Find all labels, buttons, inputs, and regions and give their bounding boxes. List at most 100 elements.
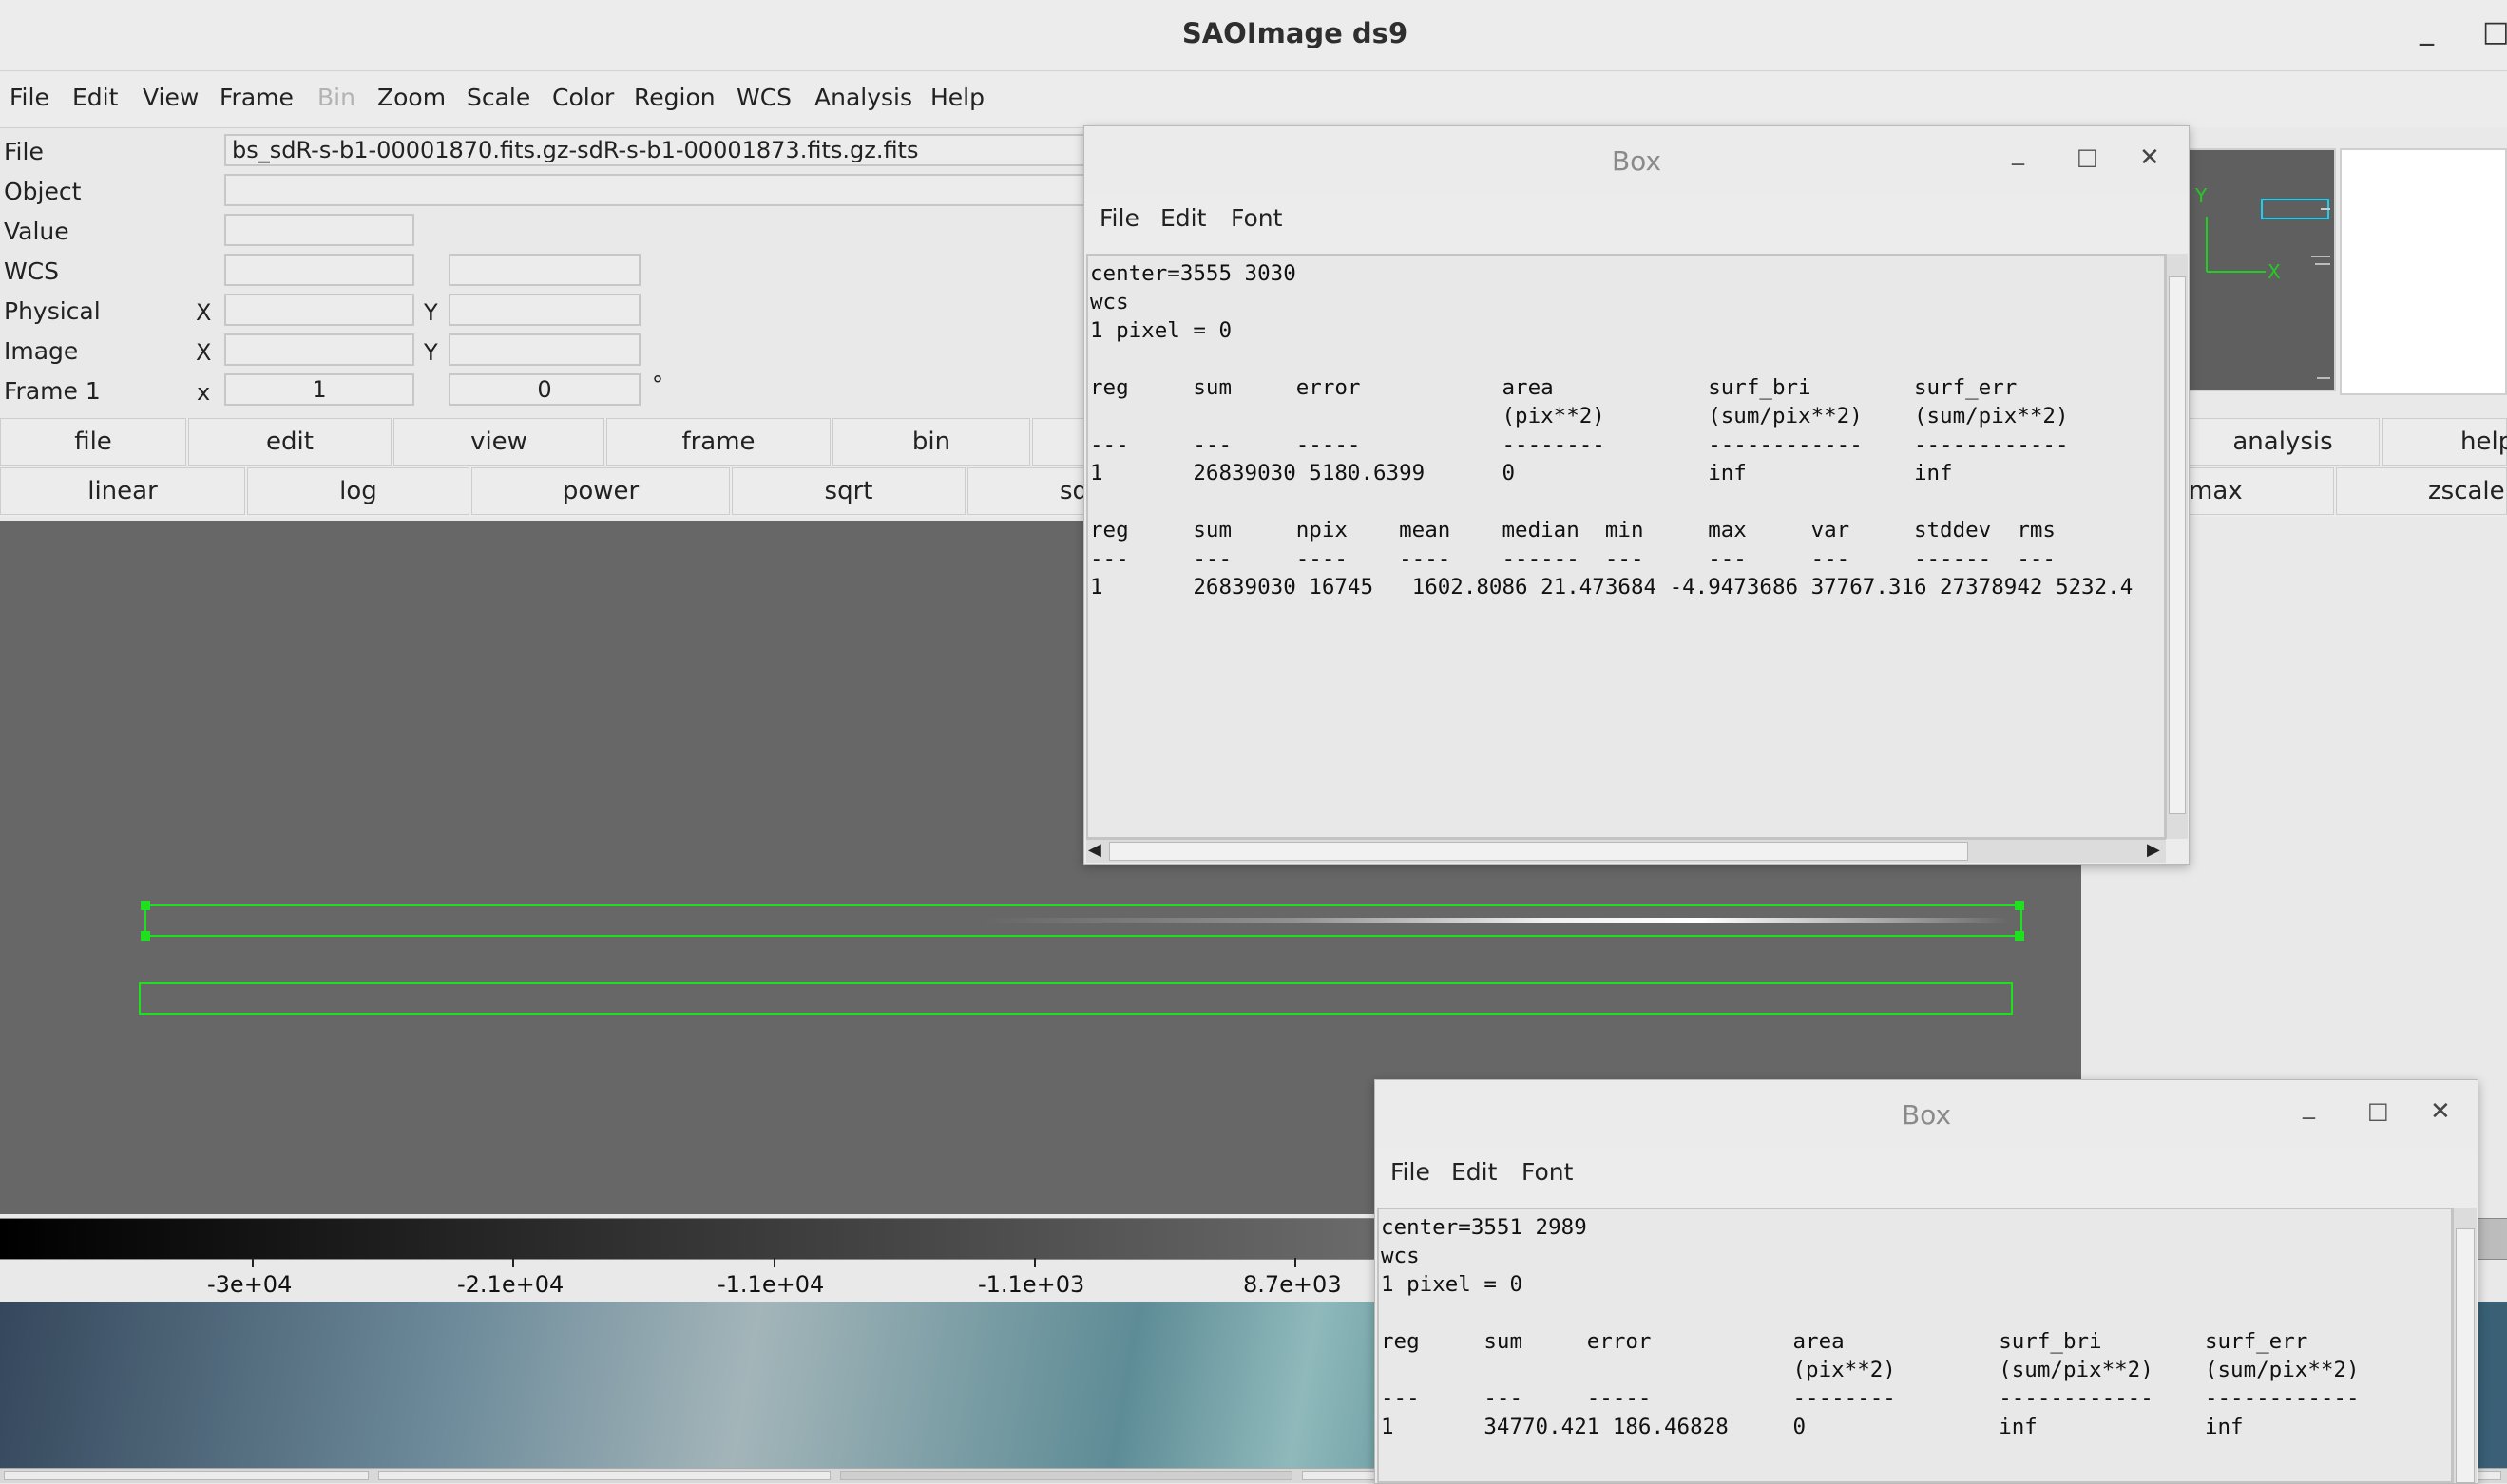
box-region-selected[interactable]: [144, 904, 2022, 937]
horizontal-scrollbar[interactable]: ◀ ▶: [1086, 839, 2166, 863]
close-icon[interactable]: ✕: [2430, 1097, 2451, 1126]
taskbar-item[interactable]: [840, 1471, 1292, 1480]
value-label: Value: [4, 218, 69, 245]
maximize-icon[interactable]: □: [2367, 1097, 2389, 1124]
physical-y-label: Y: [424, 299, 438, 326]
maximize-icon[interactable]: □: [2482, 15, 2507, 48]
image-x-label: X: [196, 339, 212, 366]
image-x-field: [224, 333, 414, 366]
button-zscale[interactable]: zscale: [2336, 467, 2507, 515]
region-handle[interactable]: [2015, 901, 2024, 910]
physical-x-label: X: [196, 299, 212, 326]
object-label: Object: [4, 178, 82, 205]
taskbar-item[interactable]: [378, 1471, 831, 1480]
menu-edit[interactable]: Edit: [72, 84, 118, 111]
wcs-x-field: [224, 254, 414, 286]
colorbar-tick: [1294, 1258, 1296, 1267]
window-title: SAOImage ds9: [1181, 17, 1408, 49]
button-edit[interactable]: edit: [188, 418, 392, 466]
scroll-right-icon[interactable]: ▶: [2147, 840, 2160, 860]
menu-view[interactable]: View: [143, 84, 199, 111]
scroll-thumb[interactable]: [2456, 1228, 2475, 1483]
colorbar-tick-label: -1.1e+04: [718, 1271, 825, 1298]
menu-wcs[interactable]: WCS: [737, 84, 792, 111]
vertical-scrollbar[interactable]: [2166, 254, 2188, 839]
image-label: Image: [4, 337, 79, 365]
dialog-menu-font[interactable]: Font: [1231, 204, 1282, 232]
physical-y-field: [449, 294, 641, 326]
dialog-menu-bar: File Edit Font: [1375, 1149, 2478, 1196]
menu-analysis[interactable]: Analysis: [814, 84, 912, 111]
dialog-menu-edit[interactable]: Edit: [1451, 1158, 1497, 1186]
minimize-icon[interactable]: _: [2420, 13, 2434, 47]
maximize-icon[interactable]: □: [2076, 143, 2098, 170]
panner[interactable]: Y X: [2186, 148, 2336, 391]
menu-color[interactable]: Color: [552, 84, 614, 111]
dialog-menu-file[interactable]: File: [1100, 204, 1139, 232]
button-power[interactable]: power: [471, 467, 730, 515]
vertical-scrollbar[interactable]: [2453, 1208, 2477, 1483]
frame-angle-field: 0: [449, 373, 641, 406]
box-dialog-1: Box _ □ ✕ File Edit Font center=3555 303…: [1083, 125, 2190, 865]
minimize-icon[interactable]: _: [2303, 1092, 2315, 1120]
dialog-menu-edit[interactable]: Edit: [1160, 204, 1206, 232]
colorbar-tick-label: -2.1e+04: [457, 1271, 565, 1298]
image-y-label: Y: [424, 339, 438, 366]
region-handle[interactable]: [2015, 931, 2024, 941]
spectrum-trace: [983, 918, 2009, 923]
colorbar-tick-label: -3e+04: [207, 1271, 293, 1298]
dialog-text-area[interactable]: center=3555 3030 wcs 1 pixel = 0 reg sum…: [1086, 254, 2166, 839]
scroll-left-icon[interactable]: ◀: [1088, 840, 1101, 860]
close-icon[interactable]: ✕: [2139, 143, 2160, 172]
button-log[interactable]: log: [247, 467, 469, 515]
results-text: center=3551 2989 wcs 1 pixel = 0 reg sum…: [1381, 1215, 2360, 1439]
file-field: bs_sdR-s-b1-00001870.fits.gz-sdR-s-b1-00…: [224, 134, 1175, 166]
scroll-thumb[interactable]: [1109, 842, 1968, 861]
menu-file[interactable]: File: [10, 84, 49, 111]
region-handle[interactable]: [141, 931, 150, 941]
menu-help[interactable]: Help: [930, 84, 985, 111]
button-sqrt[interactable]: sqrt: [732, 467, 966, 515]
button-bin[interactable]: bin: [832, 418, 1030, 466]
minimize-icon[interactable]: _: [2012, 138, 2024, 166]
region-handle[interactable]: [141, 901, 150, 910]
button-view[interactable]: view: [393, 418, 604, 466]
dialog-title-bar: Box _ □ ✕: [1375, 1080, 2478, 1149]
box-region[interactable]: [139, 982, 2013, 1015]
dialog-menu-bar: File Edit Font: [1084, 195, 2189, 242]
image-y-field: [449, 333, 641, 366]
button-help[interactable]: help: [2382, 418, 2507, 466]
physical-label: Physical: [4, 297, 101, 325]
menu-frame[interactable]: Frame: [220, 84, 294, 111]
window-title-bar: SAOImage ds9 _ □: [0, 0, 2507, 71]
dialog-menu-font[interactable]: Font: [1521, 1158, 1573, 1186]
frame-x-label: x: [197, 379, 211, 406]
dialog-menu-file[interactable]: File: [1390, 1158, 1430, 1186]
button-file[interactable]: file: [0, 418, 186, 466]
dialog-text-area[interactable]: center=3551 2989 wcs 1 pixel = 0 reg sum…: [1377, 1208, 2453, 1483]
colorbar-tick: [512, 1258, 514, 1267]
frame-zoom-field: 1: [224, 373, 414, 406]
wcs-y-field: [449, 254, 641, 286]
physical-x-field: [224, 294, 414, 326]
degree-symbol: °: [652, 371, 663, 398]
object-field: [224, 174, 1175, 206]
frame-label: Frame 1: [4, 377, 101, 405]
menu-region[interactable]: Region: [634, 84, 716, 111]
colorbar-tick-label: 8.7e+03: [1243, 1271, 1342, 1298]
scroll-thumb[interactable]: [2169, 276, 2186, 814]
menu-scale[interactable]: Scale: [467, 84, 530, 111]
button-frame[interactable]: frame: [606, 418, 831, 466]
magnifier: [2340, 148, 2507, 395]
colorbar-tick: [774, 1258, 775, 1267]
menu-zoom[interactable]: Zoom: [377, 84, 446, 111]
panner-x-label: X: [2268, 260, 2281, 283]
button-analysis[interactable]: analysis: [2186, 418, 2380, 466]
box-dialog-2: Box _ □ ✕ File Edit Font center=3551 298…: [1374, 1079, 2478, 1484]
button-minmax[interactable]: max: [2186, 467, 2334, 515]
button-linear[interactable]: linear: [0, 467, 245, 515]
taskbar-item[interactable]: [4, 1471, 369, 1480]
file-label: File: [4, 138, 44, 165]
menu-bar: File Edit View Frame Bin Zoom Scale Colo…: [0, 72, 2507, 127]
colorbar-tick: [1034, 1258, 1036, 1267]
